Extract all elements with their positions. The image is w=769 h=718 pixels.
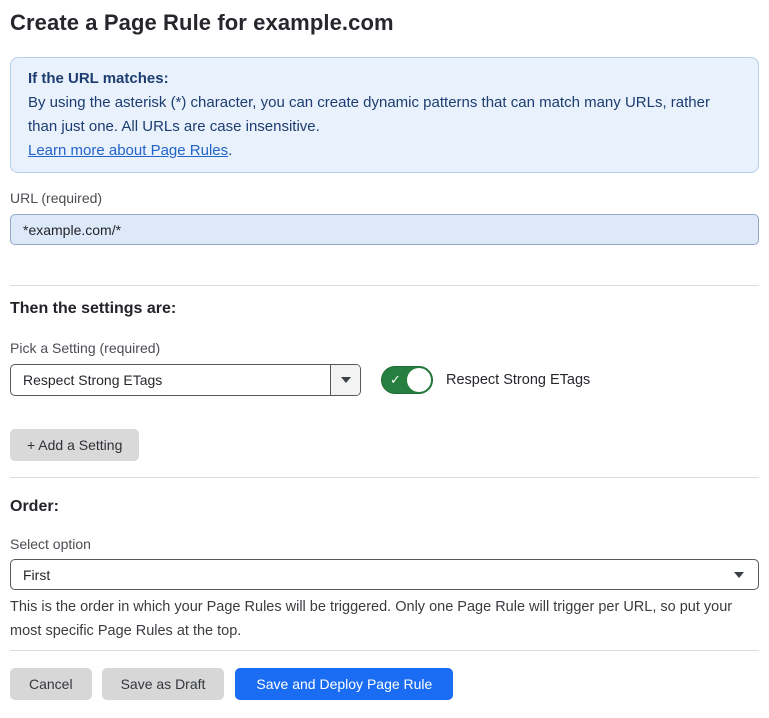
settings-section-heading: Then the settings are:: [10, 299, 759, 319]
setting-select-value: Respect Strong ETags: [11, 365, 330, 395]
link-period: .: [228, 142, 232, 159]
toggle-knob: [407, 368, 431, 392]
url-field-label: URL (required): [10, 190, 759, 207]
divider: [10, 477, 759, 478]
chevron-down-icon: [341, 377, 351, 383]
setting-select[interactable]: Respect Strong ETags: [10, 364, 361, 396]
url-match-info-box: If the URL matches: By using the asteris…: [10, 57, 759, 173]
pick-setting-label: Pick a Setting (required): [10, 340, 759, 357]
order-select-label: Select option: [10, 536, 759, 553]
cancel-button[interactable]: Cancel: [10, 668, 92, 700]
add-setting-button[interactable]: + Add a Setting: [10, 429, 139, 461]
save-and-deploy-button[interactable]: Save and Deploy Page Rule: [235, 668, 453, 700]
learn-more-link[interactable]: Learn more about Page Rules: [28, 142, 228, 159]
order-section-heading: Order:: [10, 497, 759, 517]
info-box-heading: If the URL matches:: [28, 67, 741, 91]
setting-select-arrow-button[interactable]: [330, 365, 360, 395]
divider: [10, 650, 759, 651]
order-select[interactable]: First: [10, 559, 759, 590]
toggle-label: Respect Strong ETags: [446, 372, 590, 388]
create-page-rule-form: Create a Page Rule for example.com If th…: [0, 0, 769, 700]
order-select-value: First: [23, 567, 50, 583]
respect-strong-etags-toggle[interactable]: ✓: [381, 366, 433, 394]
setting-row: Respect Strong ETags ✓ Respect Strong ET…: [10, 364, 759, 396]
check-icon: ✓: [390, 373, 401, 386]
order-helper-text: This is the order in which your Page Rul…: [10, 595, 759, 643]
save-as-draft-button[interactable]: Save as Draft: [102, 668, 225, 700]
info-box-link-line: Learn more about Page Rules.: [28, 139, 741, 163]
page-title: Create a Page Rule for example.com: [10, 8, 759, 38]
chevron-down-icon: [734, 572, 744, 578]
form-actions: Cancel Save as Draft Save and Deploy Pag…: [10, 668, 759, 700]
info-box-body: By using the asterisk (*) character, you…: [28, 91, 741, 139]
divider: [10, 285, 759, 286]
url-input[interactable]: [10, 214, 759, 245]
